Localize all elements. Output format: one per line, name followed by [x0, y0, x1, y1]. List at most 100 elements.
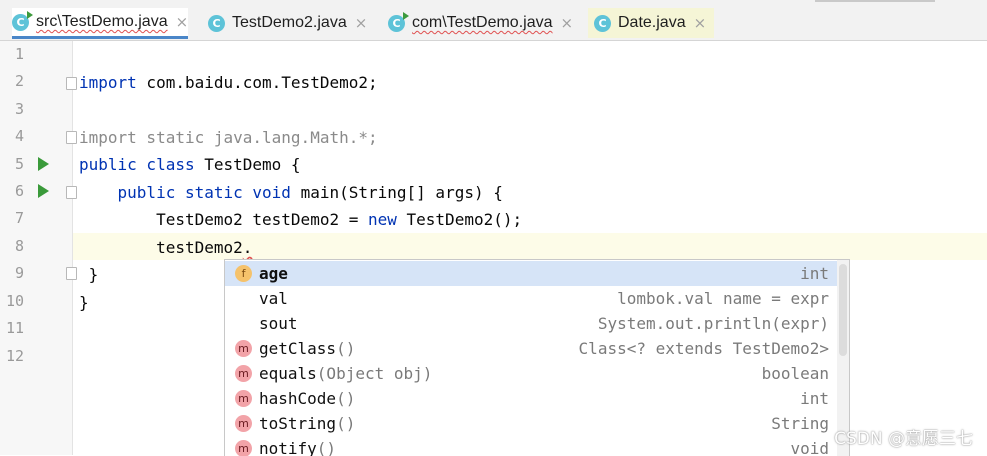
line-number: 7 [14, 209, 24, 227]
code-line-5[interactable]: public class TestDemo { [79, 151, 301, 178]
watermark: CSDN @意愿三七 [834, 429, 973, 449]
completion-popup[interactable]: f age int val lombok.val name = expr sou… [224, 259, 850, 456]
code-keyword: new [367, 210, 397, 229]
completion-item[interactable]: val lombok.val name = expr [225, 286, 837, 311]
completion-item[interactable]: sout System.out.println(expr) [225, 311, 837, 336]
close-icon[interactable]: × [176, 13, 189, 31]
java-class-icon: C [594, 14, 611, 32]
line-number: 11 [5, 319, 24, 337]
code-text: TestDemo2(); [396, 210, 523, 229]
fold-icon[interactable] [66, 77, 77, 90]
code-text: main(String[] args) { [290, 183, 503, 202]
tab-label: Date.java [618, 14, 686, 31]
completion-params: () [316, 439, 337, 456]
code-keyword: static [175, 183, 243, 202]
line-number: 10 [5, 292, 24, 310]
fold-icon[interactable] [66, 267, 77, 280]
code-line-9[interactable]: } [79, 261, 99, 288]
completion-type: int [800, 389, 829, 408]
code-line-8[interactable]: testDemo2. [79, 234, 252, 261]
completion-item[interactable]: m hashCode () int [225, 386, 837, 411]
completion-item[interactable]: m equals (Object obj) boolean [225, 361, 837, 386]
run-gutter-icon[interactable] [38, 184, 49, 198]
method-icon: m [235, 415, 252, 432]
java-class-icon: C [208, 14, 225, 32]
run-gutter-icon[interactable] [38, 157, 49, 171]
completion-name: getClass [259, 339, 337, 358]
completion-name: sout [259, 314, 298, 333]
completion-name: toString [259, 414, 337, 433]
close-icon[interactable]: × [694, 14, 707, 32]
editor-tab-bar: C src\TestDemo.java × C TestDemo2.java ×… [0, 0, 987, 40]
method-icon: m [235, 390, 252, 407]
fold-icon[interactable] [66, 186, 77, 199]
line-number: 2 [14, 72, 24, 90]
completion-type: void [790, 439, 829, 456]
code-line-4[interactable]: import static java.lang.Math.*; [79, 124, 378, 151]
tab-com-testdemo[interactable]: C com\TestDemo.java × [388, 8, 573, 38]
tab-divider [0, 40, 987, 41]
field-icon: f [235, 265, 252, 282]
completion-params: (Object obj) [316, 364, 433, 383]
java-class-runnable-icon: C [12, 10, 33, 31]
tab-label: TestDemo2.java [232, 14, 347, 31]
method-icon: m [235, 440, 252, 456]
completion-params: () [336, 339, 356, 358]
code-text: TestDemo { [194, 155, 301, 174]
line-number: 4 [14, 127, 24, 145]
code-keyword: import [79, 73, 137, 92]
tab-label: com\TestDemo.java [412, 14, 553, 31]
method-icon: m [235, 365, 252, 382]
completion-name: age [259, 264, 288, 283]
completion-type: String [771, 414, 829, 433]
blank-icon [235, 315, 252, 332]
completion-name: hashCode [259, 389, 337, 408]
code-text: TestDemo2 testDemo2 = [79, 210, 368, 229]
tab-date[interactable]: C Date.java × [588, 8, 715, 38]
tab-testdemo2[interactable]: C TestDemo2.java × [208, 8, 367, 38]
completion-type: boolean [761, 364, 829, 383]
method-icon: m [235, 340, 252, 357]
line-number: 12 [5, 347, 24, 365]
completion-item[interactable]: m getClass () Class<? extends TestDemo2> [225, 336, 837, 361]
code-line-6[interactable]: public static void main(String[] args) { [79, 179, 503, 206]
line-number: 3 [14, 100, 24, 118]
line-number: 8 [14, 237, 24, 255]
java-class-runnable-icon: C [388, 11, 409, 32]
code-line-2[interactable]: import com.baidu.com.TestDemo2; [79, 69, 378, 96]
completion-params: () [336, 389, 356, 408]
tab-label: src\TestDemo.java [36, 13, 168, 30]
code-text: com.baidu.com.TestDemo2; [136, 73, 378, 92]
completion-item[interactable]: f age int [225, 261, 837, 286]
fold-icon[interactable] [66, 131, 77, 144]
completion-type: Class<? extends TestDemo2> [578, 339, 829, 358]
completion-name: equals [259, 364, 317, 383]
blank-icon [235, 290, 252, 307]
completion-type: System.out.println(expr) [597, 314, 829, 333]
completion-type: lombok.val name = expr [617, 289, 829, 308]
scrollbar-thumb[interactable] [839, 264, 847, 356]
code-keyword: class [136, 155, 195, 174]
code-dot: . [242, 238, 253, 257]
completion-name: notify [259, 439, 317, 456]
code-keyword: void [242, 183, 291, 202]
line-number: 6 [14, 182, 24, 200]
code-keyword: public [117, 183, 176, 202]
completion-item[interactable]: m notify () void [225, 436, 837, 456]
code-keyword: public [79, 155, 137, 174]
close-icon[interactable]: × [561, 14, 574, 32]
toolbar-edge [815, 0, 935, 2]
completion-type: int [800, 264, 829, 283]
line-number: 9 [14, 264, 24, 282]
close-icon[interactable]: × [355, 14, 368, 32]
line-number: 1 [14, 45, 24, 63]
code-line-10[interactable]: } [79, 289, 89, 316]
tab-src-testdemo[interactable]: C src\TestDemo.java × [12, 8, 189, 39]
completion-item[interactable]: m toString () String [225, 411, 837, 436]
code-text: testDemo2 [79, 238, 243, 257]
line-number: 5 [14, 155, 24, 173]
completion-name: val [259, 289, 288, 308]
completion-params: () [336, 414, 356, 433]
code-line-7[interactable]: TestDemo2 testDemo2 = new TestDemo2(); [79, 206, 522, 233]
